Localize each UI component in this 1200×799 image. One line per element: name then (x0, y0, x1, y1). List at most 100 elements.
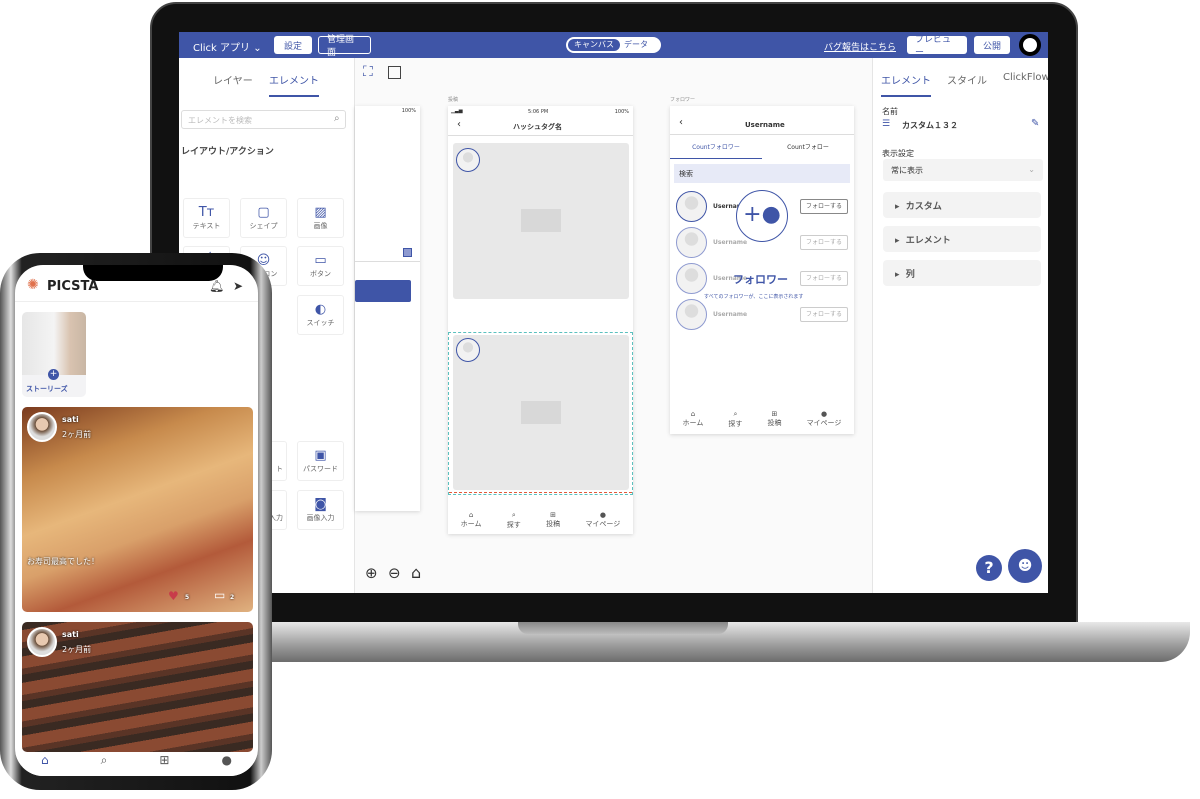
edit-icon[interactable]: ✎ (1031, 118, 1039, 129)
help-button[interactable]: ? (976, 555, 1002, 581)
laptop-notch (518, 622, 728, 634)
tile-image[interactable]: ▨ 画像 (297, 198, 344, 238)
mode-canvas[interactable]: キャンバス (568, 39, 620, 51)
follow-button[interactable]: フォローする (800, 198, 848, 214)
follow-button[interactable]: フォローする (800, 270, 848, 286)
comment-icon[interactable]: ▭ (214, 588, 225, 602)
tab-clickflow[interactable]: ClickFlow (1003, 72, 1048, 83)
comment-count: 2 (230, 594, 235, 601)
home-icon[interactable]: ⌂ (41, 753, 49, 776)
settings-button[interactable]: 設定 (274, 36, 312, 54)
zoom-out-icon[interactable]: ⊖ (388, 564, 401, 582)
frame-label: 投稿 (448, 97, 459, 103)
nav-mypage[interactable]: ● マイページ (585, 511, 620, 530)
add-post-icon[interactable]: ⊞ (159, 753, 169, 776)
app-header: Click アプリ ⌄ 設定 管理画面 キャンバス データ バグ報告はこちら プ… (179, 32, 1048, 58)
nav-home[interactable]: ⌂ ホーム (683, 410, 704, 429)
tab-following[interactable]: Countフォロー (762, 142, 854, 151)
tile-shape[interactable]: ▢ シェイプ (240, 198, 287, 238)
nav-search[interactable]: ⌕ 探す (728, 410, 742, 429)
tab-followers[interactable]: Countフォロワー (670, 139, 762, 159)
search-icon[interactable]: ⌕ (101, 753, 108, 776)
tile-password[interactable]: ▣ パスワード (297, 441, 344, 481)
password-icon: ▣ (314, 448, 327, 463)
section-element[interactable]: ▸ エレメント (883, 226, 1041, 252)
frame-label: フォロワー (670, 97, 696, 103)
section-custom[interactable]: ▸ カスタム (883, 192, 1041, 218)
section-column[interactable]: ▸ 列 (883, 260, 1041, 286)
avatar[interactable] (27, 627, 57, 657)
phone-notch (83, 265, 223, 281)
bug-report-link[interactable]: バグ報告はこちら (824, 40, 896, 53)
nav-post[interactable]: ⊞ 投稿 (546, 511, 560, 530)
mode-data[interactable]: データ (618, 39, 654, 51)
phone-bottom-nav: ⌂ ⌕ ⊞ ● (15, 753, 258, 776)
tile-camera[interactable]: ◙ 画像入力 (297, 490, 344, 530)
app-switcher[interactable]: Click アプリ ⌄ (193, 39, 262, 54)
frame-icon[interactable] (388, 66, 401, 79)
screen-frame-followers[interactable]: ‹ Username Countフォロワー Countフォロー 検索 Usern… (670, 106, 854, 434)
avatar (676, 298, 707, 330)
follow-button[interactable]: フォローする (800, 306, 848, 322)
visibility-label: 表示設定 (882, 149, 914, 158)
avatar[interactable] (27, 412, 57, 442)
back-icon[interactable]: ‹ (457, 119, 461, 130)
empty-title: フォロワー (733, 273, 788, 286)
back-icon[interactable]: ‹ (679, 117, 683, 128)
switch-icon: ◐ (314, 302, 327, 317)
tab-style[interactable]: スタイル (947, 72, 987, 87)
nav-mypage[interactable]: ● マイページ (807, 410, 842, 429)
bot-icon[interactable]: ☻ (1008, 549, 1042, 583)
nav-post[interactable]: ⊞ 投稿 (767, 410, 781, 429)
avatar (676, 226, 707, 258)
zoom-in-icon[interactable]: ⊕ (365, 564, 378, 582)
post-card[interactable]: sati 2ヶ月前 お寿司最高でした！ ♥ 5 ▭ 2 (22, 407, 253, 612)
post-username[interactable]: sati (62, 415, 79, 424)
nav-search[interactable]: ⌕ 探す (507, 511, 521, 530)
visibility-select[interactable]: 常に表示 ⌄ (883, 159, 1043, 181)
tab-layers[interactable]: レイヤー (213, 72, 253, 87)
blue-button[interactable] (355, 280, 411, 302)
add-story-icon[interactable]: + (48, 369, 59, 380)
admin-button[interactable]: 管理画面 (318, 35, 371, 58)
camera-icon: ◙ (314, 497, 327, 512)
heart-icon[interactable]: ♥ (168, 589, 179, 603)
search-icon[interactable]: ⌕ (334, 113, 340, 124)
tile-button[interactable]: ▭ ボタン (297, 246, 344, 286)
stories-label: ストーリーズ (26, 385, 68, 393)
shape-icon: ▢ (257, 205, 270, 220)
canvas[interactable]: ⛶ 100% 投稿 ▁▃▅ 5:06 PM 100% ‹ ハッシュタグ名 ⌂ ホー… (355, 58, 872, 593)
tile-switch[interactable]: ◐ スイッチ (297, 295, 344, 335)
send-icon[interactable]: ➤ (233, 279, 243, 293)
hierarchy-icon[interactable]: ⛶ (363, 64, 373, 80)
screen-frame-post[interactable]: ▁▃▅ 5:06 PM 100% ‹ ハッシュタグ名 ⌂ ホーム ⌕ 探す ⊞ 投稿 … (448, 106, 633, 534)
post-username[interactable]: sati (62, 630, 79, 639)
nav-home[interactable]: ⌂ ホーム (461, 511, 482, 530)
story-card[interactable]: + ストーリーズ (22, 312, 86, 397)
profile-icon[interactable]: ● (221, 753, 231, 776)
tab-elements[interactable]: エレメント (269, 72, 319, 97)
follower-row: Username フォローする (670, 296, 854, 332)
home-icon[interactable]: ⌂ (411, 563, 421, 582)
publish-button[interactable]: 公開 (974, 36, 1010, 54)
tile-text[interactable]: Tт テキスト (183, 198, 230, 238)
follow-button[interactable]: フォローする (800, 234, 848, 250)
post-placeholder (453, 143, 629, 299)
time-text: 5:06 PM (528, 109, 549, 115)
user-logo-icon[interactable] (1019, 34, 1041, 56)
battery-text: 100% (401, 108, 416, 114)
bell-icon[interactable]: 🔔︎ (209, 279, 224, 293)
post-card[interactable]: sati 2ヶ月前 (22, 622, 253, 752)
image-icon: ▨ (314, 205, 327, 220)
brand-name: PICSTA (47, 279, 99, 294)
tab-element[interactable]: エレメント (881, 72, 931, 97)
picsta-logo-icon: ✺ (27, 277, 39, 293)
frame-title: Username (745, 121, 785, 129)
preview-button[interactable]: プレビュー (907, 35, 967, 58)
selected-element[interactable] (448, 332, 633, 495)
element-search-input[interactable]: エレメントを検索 (181, 110, 346, 129)
button-icon: ▭ (314, 253, 327, 268)
screen-frame-1[interactable]: 100% (355, 106, 420, 511)
frame-bottom-nav: ⌂ ホーム ⌕ 探す ⊞ 投稿 ● マイページ (670, 410, 854, 429)
follower-search[interactable]: 検索 (674, 164, 850, 183)
